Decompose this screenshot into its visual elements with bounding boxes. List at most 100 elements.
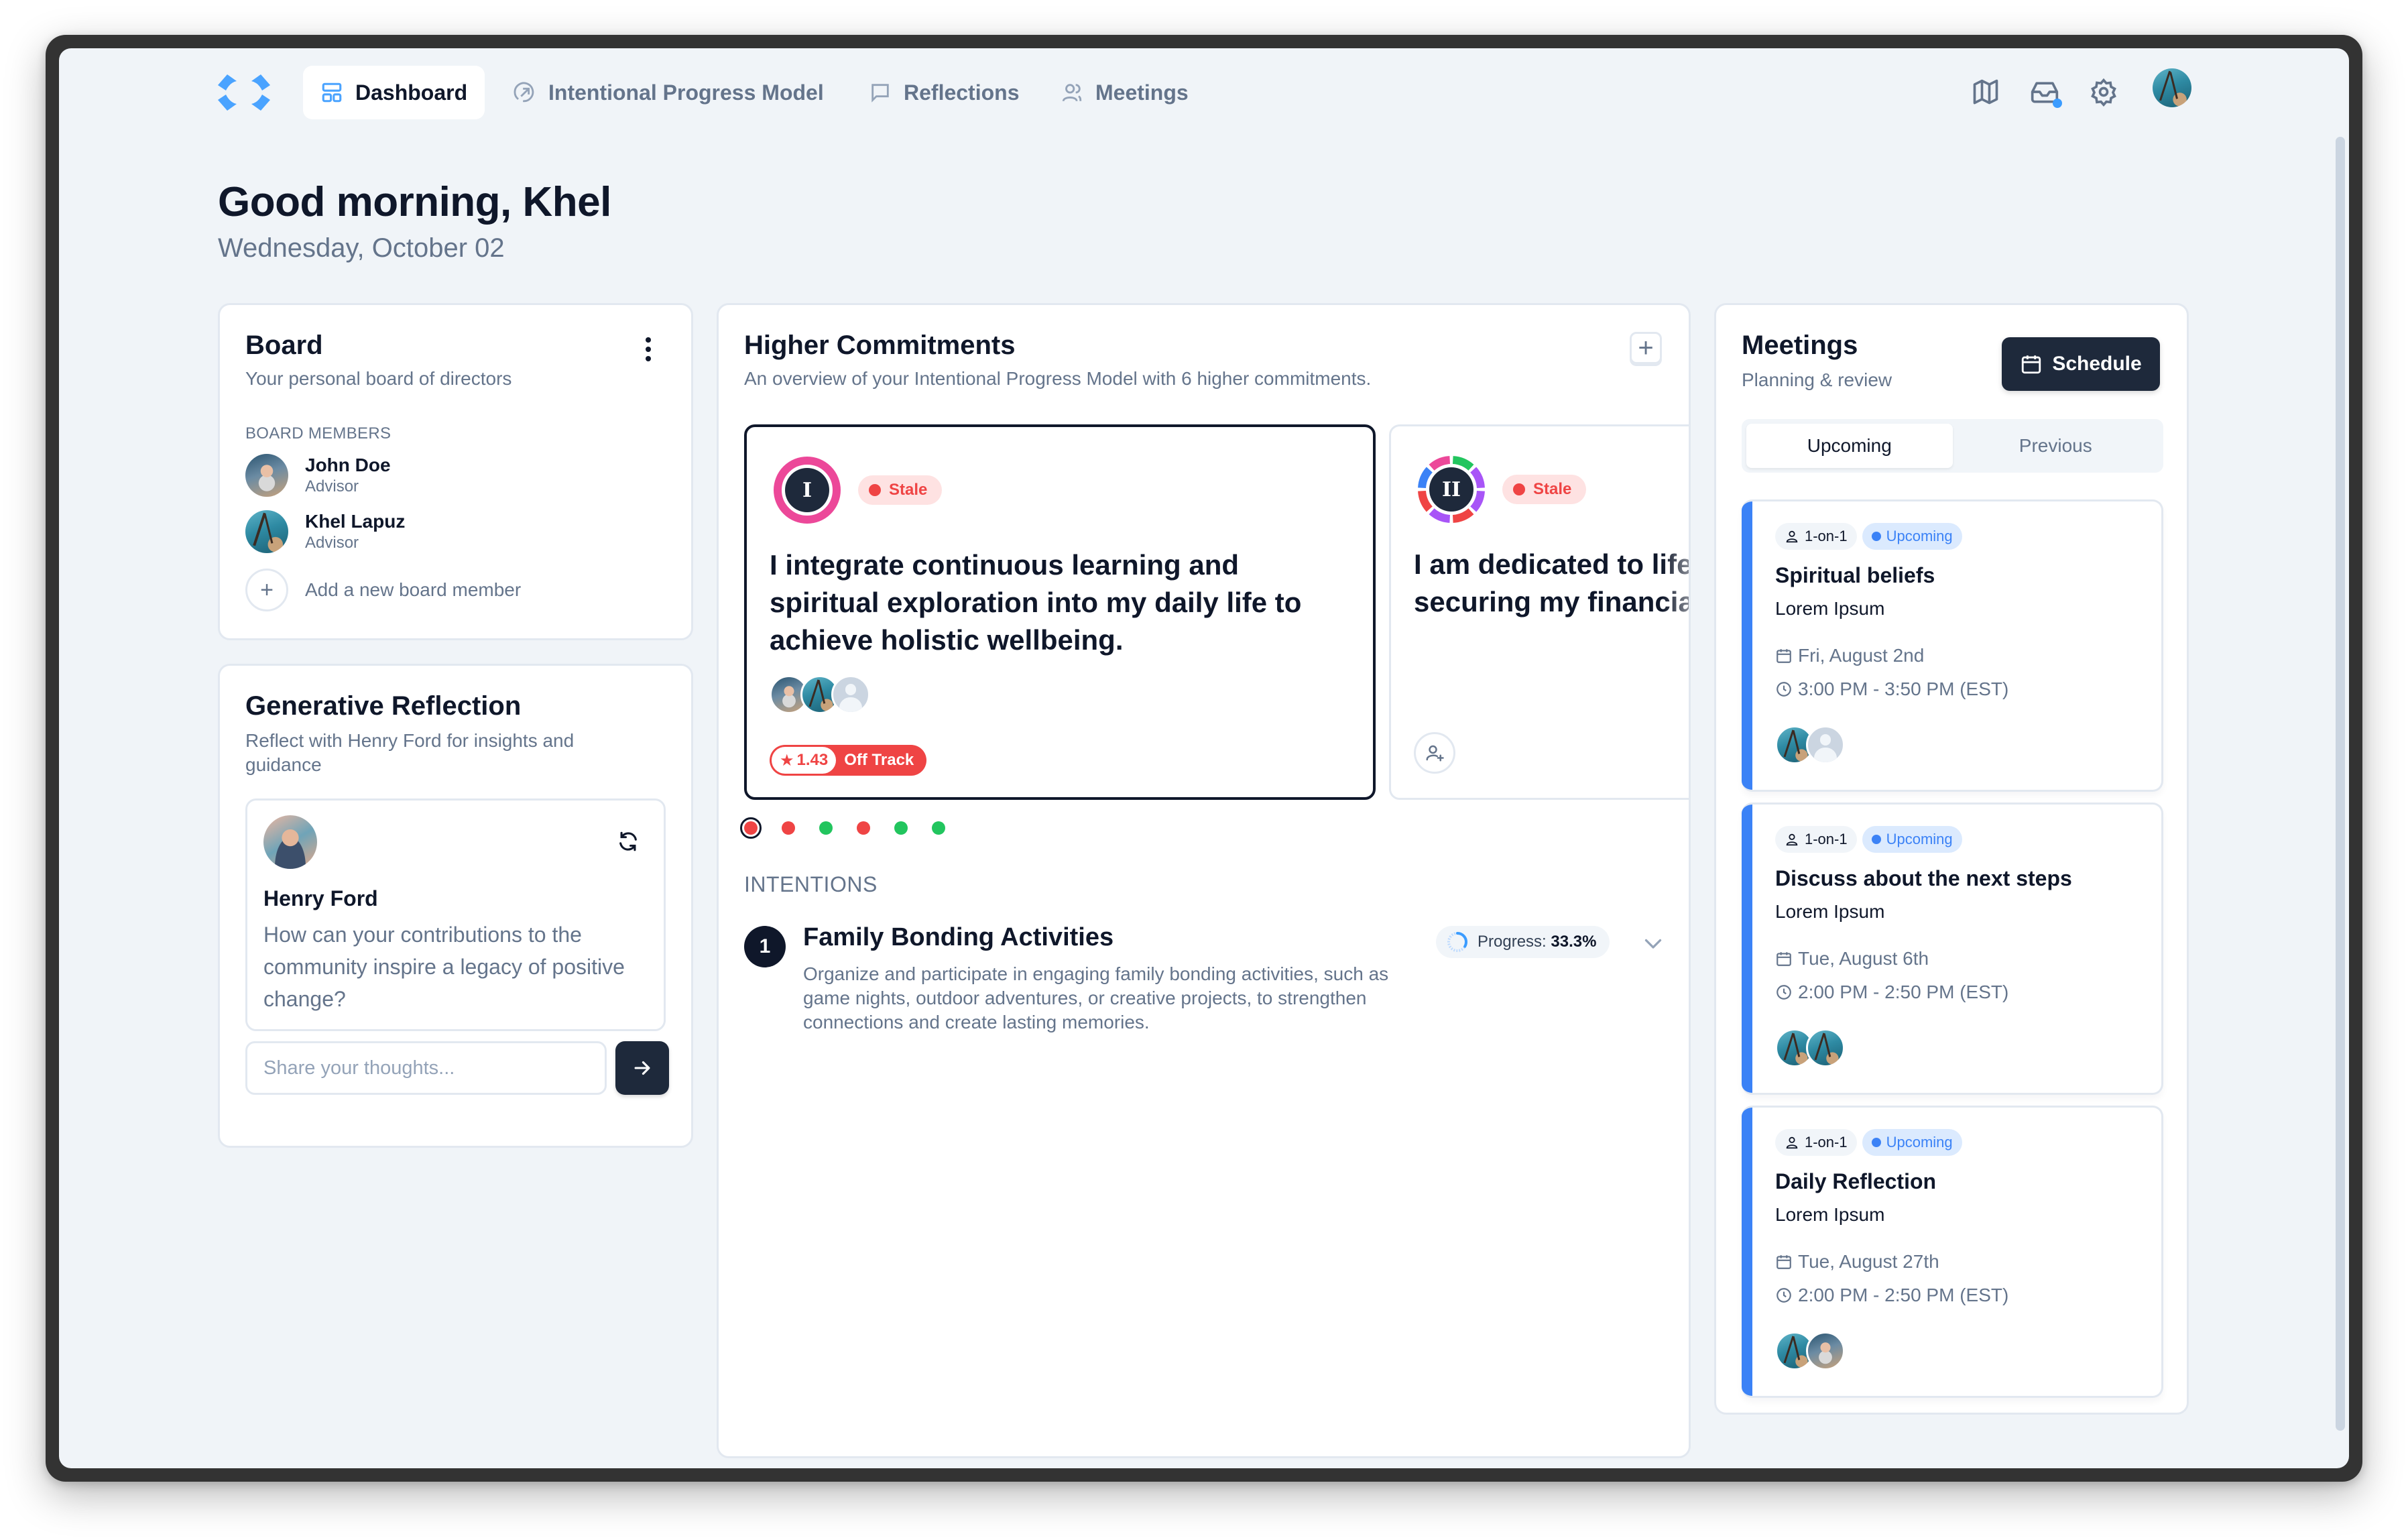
send-button[interactable] bbox=[615, 1041, 669, 1095]
calendar-icon bbox=[1777, 1255, 1791, 1269]
avatar bbox=[1806, 1028, 1845, 1067]
pagination-dot[interactable] bbox=[819, 821, 833, 835]
member-role: Advisor bbox=[305, 534, 359, 552]
meeting-item[interactable]: 1-on-1 Upcoming Daily Reflection Lorem I… bbox=[1742, 1106, 2163, 1398]
page-scrollbar[interactable] bbox=[2336, 137, 2345, 1431]
status-badge: Stale bbox=[858, 475, 943, 505]
meeting-date: Fri, August 2nd bbox=[1775, 645, 1924, 666]
commitment-card[interactable]: II Stale I am dedicated to lifel securing… bbox=[1389, 424, 1691, 800]
add-commitment-button[interactable]: + bbox=[1630, 332, 1662, 364]
ring-segment bbox=[1470, 490, 1485, 512]
nav-tab-label: Reflections bbox=[904, 80, 1020, 105]
refresh-button[interactable] bbox=[617, 830, 640, 853]
nav-tab-dashboard[interactable]: Dashboard bbox=[303, 66, 485, 119]
progress-arc bbox=[1447, 932, 1467, 952]
commitment-numeral-badge: II bbox=[1417, 455, 1486, 524]
rating-badge: ★ 1.43 Off Track bbox=[770, 745, 927, 776]
meeting-title: Spiritual beliefs bbox=[1775, 563, 1935, 587]
meeting-title: Discuss about the next steps bbox=[1775, 866, 2072, 890]
meeting-item[interactable]: 1-on-1 Upcoming Discuss about the next s… bbox=[1742, 803, 2163, 1095]
higher-commitments-card: Higher Commitments An overview of your I… bbox=[717, 303, 1691, 1458]
board-member-item[interactable]: Khel Lapuz Advisor bbox=[245, 510, 405, 553]
nav-tab-label: Meetings bbox=[1095, 80, 1189, 105]
calendar-icon bbox=[1777, 649, 1791, 663]
inbox-button[interactable] bbox=[2030, 77, 2062, 108]
nav-tab-meetings[interactable]: Meetings bbox=[1043, 66, 1206, 119]
meetings-subtitle: Planning & review bbox=[1742, 369, 1892, 390]
tab-previous[interactable]: Previous bbox=[1953, 424, 2159, 468]
board-subtitle: Your personal board of directors bbox=[245, 368, 512, 389]
meeting-time: 2:00 PM - 2:50 PM (EST) bbox=[1775, 982, 2008, 1003]
chevron-down-icon bbox=[1644, 939, 1662, 949]
progress-badge: Progress: 33.3% bbox=[1436, 926, 1610, 958]
expand-button[interactable] bbox=[1641, 931, 1665, 955]
add-board-member-button[interactable]: + Add a new board member bbox=[245, 569, 521, 611]
reflection-prompt-card: Henry Ford How can your contributions to… bbox=[245, 798, 666, 1031]
pagination-dot[interactable] bbox=[782, 821, 795, 835]
reflection-question: How can your contributions to the commun… bbox=[263, 923, 625, 1011]
meeting-subtitle: Lorem Ipsum bbox=[1775, 598, 1885, 619]
map-button[interactable] bbox=[1971, 77, 2000, 107]
commitment-card[interactable]: I Stale I integrate continuous learning … bbox=[744, 424, 1376, 800]
pagination-dot[interactable] bbox=[857, 821, 870, 835]
user-avatar[interactable] bbox=[2153, 68, 2191, 107]
share-thoughts-input[interactable] bbox=[245, 1041, 607, 1095]
commitment-text: I integrate continuous learning and spir… bbox=[770, 549, 1302, 656]
app-logo-icon[interactable] bbox=[218, 70, 270, 115]
ring-segment bbox=[1418, 490, 1433, 512]
meeting-time: 3:00 PM - 3:50 PM (EST) bbox=[1775, 678, 2008, 700]
board-member-item[interactable]: John Doe Advisor bbox=[245, 454, 391, 497]
settings-button[interactable] bbox=[2089, 77, 2118, 107]
pagination-dot[interactable] bbox=[894, 821, 908, 835]
commitment-text: I am dedicated to lifel securing my finan… bbox=[1414, 548, 1691, 617]
tab-upcoming[interactable]: Upcoming bbox=[1746, 424, 1953, 468]
generative-subtitle: Reflect with Henry Ford for insights and… bbox=[245, 730, 575, 775]
app-screen: Dashboard Intentional Progress Model Ref… bbox=[59, 48, 2349, 1468]
intention-description: Organize and participate in engaging fam… bbox=[803, 963, 1389, 1032]
avatar bbox=[831, 675, 870, 714]
nav-tab-label: Dashboard bbox=[355, 80, 468, 105]
meeting-time: 2:00 PM - 2:50 PM (EST) bbox=[1775, 1285, 2008, 1306]
greeting-date: Wednesday, October 02 bbox=[218, 233, 505, 263]
commitment-numeral: II bbox=[1429, 467, 1473, 512]
schedule-button[interactable]: Schedule bbox=[2002, 337, 2160, 391]
users-icon bbox=[1062, 84, 1082, 102]
progress-ring-icon bbox=[1447, 932, 1467, 952]
member-name: John Doe bbox=[305, 455, 391, 475]
circle-arrow-up-right-icon bbox=[514, 82, 534, 103]
plus-icon: + bbox=[245, 569, 288, 611]
add-member-button[interactable] bbox=[1414, 732, 1455, 774]
greeting-title: Good morning, Khel bbox=[218, 179, 611, 225]
ring-segment bbox=[1452, 508, 1474, 523]
ring-segment bbox=[1429, 508, 1451, 523]
intention-title: Family Bonding Activities bbox=[803, 923, 1114, 951]
add-board-member-label: Add a new board member bbox=[305, 579, 522, 600]
meeting-subtitle: Lorem Ipsum bbox=[1775, 1204, 1885, 1225]
commitment-numeral-badge: I bbox=[772, 455, 842, 525]
commitment-pagination bbox=[740, 817, 969, 839]
commitments-title: Higher Commitments bbox=[744, 331, 1016, 360]
commitment-members bbox=[770, 675, 870, 714]
board-title: Board bbox=[245, 331, 323, 360]
persona-name: Henry Ford bbox=[263, 886, 378, 910]
board-menu-button[interactable] bbox=[642, 337, 655, 365]
clock-icon bbox=[1777, 682, 1791, 697]
meeting-item[interactable]: 1-on-1 Upcoming Spiritual beliefs Lorem … bbox=[1742, 499, 2163, 792]
meeting-attendees bbox=[1775, 1028, 1845, 1067]
notification-dot bbox=[2053, 99, 2062, 108]
member-role: Advisor bbox=[305, 477, 359, 495]
clock-icon bbox=[1777, 1288, 1791, 1303]
pagination-dot[interactable] bbox=[740, 817, 762, 839]
meeting-attendees bbox=[1775, 1332, 1845, 1370]
generative-title: Generative Reflection bbox=[245, 691, 522, 721]
arrow-right-icon bbox=[634, 1061, 650, 1075]
nav-tab-reflections[interactable]: Reflections bbox=[851, 66, 1036, 119]
nav-tab-label: Intentional Progress Model bbox=[548, 80, 824, 105]
calendar-icon bbox=[2022, 355, 2041, 374]
star-icon: ★ bbox=[780, 751, 794, 770]
nav-tab-intentional-progress-model[interactable]: Intentional Progress Model bbox=[496, 66, 841, 119]
map-icon bbox=[1973, 79, 1998, 105]
pagination-dot[interactable] bbox=[932, 821, 945, 835]
layout-dashboard-icon bbox=[322, 82, 342, 103]
persona-avatar bbox=[263, 815, 317, 869]
